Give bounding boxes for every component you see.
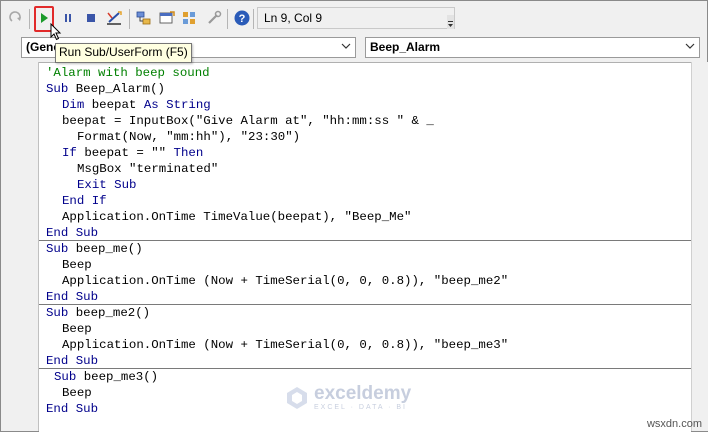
code-line[interactable]: Format(Now, "mm:hh"), "23:30"): [77, 129, 300, 145]
watermark-subtitle: EXCEL · DATA · BI: [314, 404, 407, 411]
margin-indicator-bar[interactable]: [14, 62, 39, 431]
code-line[interactable]: If beepat = "" Then: [62, 145, 203, 161]
toolbar-overflow-icon[interactable]: [447, 15, 454, 29]
mouse-cursor-icon: [50, 23, 62, 41]
run-tooltip: Run Sub/UserForm (F5): [55, 43, 192, 63]
keyword: As String: [143, 98, 211, 112]
code-line[interactable]: Beep: [62, 385, 92, 401]
procedure-dropdown-value: Beep_Alarm: [370, 40, 441, 54]
code-line[interactable]: Dim beepat As String: [62, 97, 211, 113]
code-line[interactable]: End Sub: [46, 225, 98, 241]
code-text: beep_me2(): [75, 306, 151, 320]
code-line[interactable]: End Sub: [46, 401, 98, 417]
code-text: beepat: [91, 98, 144, 112]
design-mode-icon[interactable]: [105, 8, 123, 28]
redo-icon[interactable]: [7, 8, 25, 28]
watermark-title: exceldemy: [314, 383, 412, 404]
code-line[interactable]: beepat = InputBox("Give Alarm at", "hh:m…: [62, 113, 434, 129]
keyword: Dim: [62, 98, 92, 112]
keyword: Then: [173, 146, 204, 160]
code-text: beepat = "": [84, 146, 174, 160]
keyword: Sub: [46, 82, 76, 96]
code-line[interactable]: Sub Beep_Alarm(): [46, 81, 165, 97]
watermark-logo: exceldemy EXCEL · DATA · BI: [284, 383, 412, 411]
code-window[interactable]: 'Alarm with beep sound Sub Beep_Alarm() …: [39, 62, 691, 432]
code-line[interactable]: Beep: [62, 257, 92, 273]
chevron-down-icon: [685, 43, 695, 49]
toolbox-icon[interactable]: [205, 8, 223, 28]
keyword: Sub: [46, 306, 76, 320]
code-line[interactable]: End Sub: [46, 353, 98, 369]
source-credit: wsxdn.com: [646, 418, 702, 430]
standard-toolbar: ? Ln 9, Col 9: [1, 1, 707, 35]
code-text: beep_me(): [75, 242, 143, 256]
code-line[interactable]: Application.OnTime TimeValue(beepat), "B…: [62, 209, 411, 225]
code-line[interactable]: Sub beep_me2(): [46, 305, 150, 321]
project-explorer-icon[interactable]: [135, 8, 153, 28]
code-line[interactable]: Sub beep_me3(): [54, 369, 158, 385]
code-line[interactable]: Application.OnTime (Now + TimeSerial(0, …: [62, 273, 508, 289]
object-browser-icon[interactable]: [181, 8, 199, 28]
code-line[interactable]: End Sub: [46, 289, 98, 305]
properties-icon[interactable]: [158, 8, 176, 28]
keyword: Sub: [46, 242, 76, 256]
code-line[interactable]: Exit Sub: [77, 177, 137, 193]
help-icon[interactable]: ?: [233, 8, 251, 28]
chevron-down-icon: [341, 43, 351, 49]
svg-text:?: ?: [239, 13, 246, 25]
toolbar-separator: [227, 9, 228, 29]
code-text: Beep_Alarm(): [75, 82, 165, 96]
reset-icon[interactable]: [82, 8, 100, 28]
code-line[interactable]: Sub beep_me(): [46, 241, 143, 257]
code-line[interactable]: Application.OnTime (Now + TimeSerial(0, …: [62, 337, 508, 353]
toolbar-separator: [253, 9, 254, 29]
code-text: beep_me3(): [83, 370, 159, 384]
procedure-dropdown[interactable]: Beep_Alarm: [365, 37, 700, 58]
code-line[interactable]: Beep: [62, 321, 92, 337]
code-line-comment[interactable]: 'Alarm with beep sound: [46, 65, 210, 81]
cursor-position-status: Ln 9, Col 9: [257, 7, 455, 29]
toolbar-separator: [29, 9, 30, 29]
keyword: If: [62, 146, 85, 160]
vertical-scrollbar[interactable]: [691, 62, 708, 431]
toolbar-separator: [129, 9, 130, 29]
vba-editor-window: ? Ln 9, Col 9 (Gene Beep_Alarm 'Alarm wi…: [0, 0, 708, 432]
keyword: Sub: [54, 370, 84, 384]
code-line[interactable]: End If: [62, 193, 107, 209]
code-line[interactable]: MsgBox "terminated": [77, 161, 218, 177]
exceldemy-logo-icon: [287, 387, 307, 409]
